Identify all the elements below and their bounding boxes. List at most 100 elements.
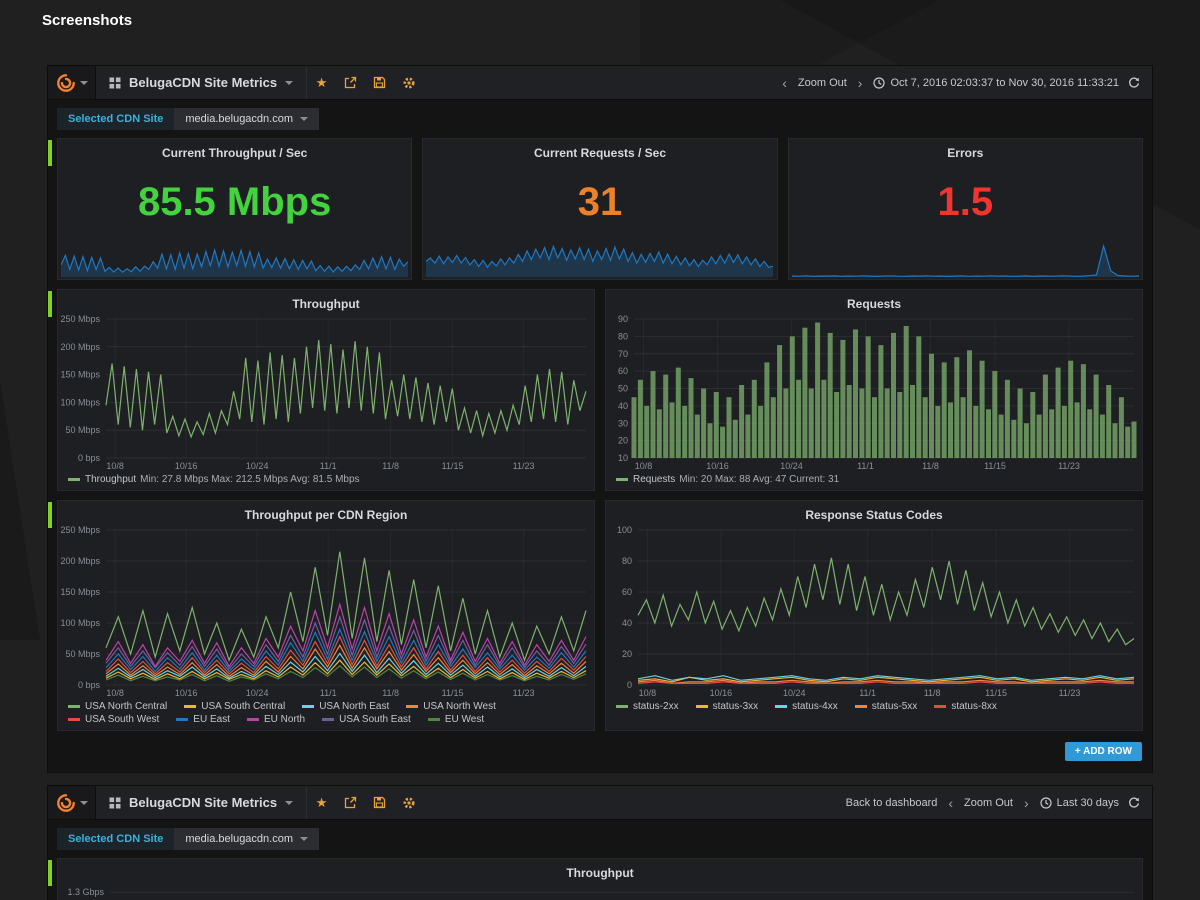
refresh-button[interactable] <box>1128 797 1140 809</box>
legend-series-name: Throughput <box>85 474 136 485</box>
legend-item[interactable]: EU East <box>176 714 234 725</box>
dashboard-rows: Current Throughput / Sec 85.5 Mbps Curre… <box>48 134 1152 772</box>
chevron-left-button[interactable]: ‹ <box>780 76 789 90</box>
row-collapse-handle[interactable] <box>48 502 52 528</box>
legend-item[interactable]: EU North <box>247 714 309 725</box>
add-row-button[interactable]: + ADD ROW <box>1065 742 1142 761</box>
svg-text:150 Mbps: 150 Mbps <box>60 587 100 597</box>
legend-color-swatch <box>322 718 334 721</box>
chevron-left-button[interactable]: ‹ <box>946 796 955 810</box>
dashboard-picker[interactable]: BelugaCDN Site Metrics <box>96 66 307 99</box>
legend-item[interactable]: status-8xx <box>934 701 1001 712</box>
navbar-time-controls: Back to dashboard ‹ Zoom Out › Last 30 d… <box>846 786 1152 819</box>
dashboard-navbar: BelugaCDN Site Metrics ★ <box>48 786 1152 820</box>
legend-color-swatch <box>406 705 418 708</box>
legend-item[interactable]: EU West <box>428 714 488 725</box>
legend-item[interactable]: status-4xx <box>775 701 842 712</box>
back-to-dashboard-link[interactable]: Back to dashboard <box>846 797 938 809</box>
star-button[interactable]: ★ <box>307 66 336 99</box>
share-button[interactable] <box>336 66 365 99</box>
legend-item[interactable]: USA North Central <box>68 701 171 712</box>
dashboard-grid-icon <box>109 77 121 89</box>
row-collapse-handle[interactable] <box>48 140 52 166</box>
svg-text:20: 20 <box>622 649 632 659</box>
panel-title[interactable]: Throughput <box>58 290 594 311</box>
chevron-down-icon <box>285 801 293 805</box>
refresh-button[interactable] <box>1128 77 1140 89</box>
panel-title[interactable]: Requests <box>606 290 1142 311</box>
svg-text:50 Mbps: 50 Mbps <box>65 425 100 435</box>
template-variable-select[interactable]: media.belugacdn.com <box>174 828 319 850</box>
grafana-menu-button[interactable] <box>48 66 96 99</box>
save-button[interactable] <box>365 786 394 819</box>
legend-item[interactable]: USA South Central <box>184 701 289 712</box>
region-chart[interactable]: 0 bps50 Mbps100 Mbps150 Mbps200 Mbps250 … <box>58 524 594 700</box>
legend-item[interactable]: USA South West <box>68 714 163 725</box>
grafana-menu-button[interactable] <box>48 786 96 819</box>
time-range-picker[interactable]: Last 30 days <box>1040 797 1119 809</box>
row-graphs-2: Throughput per CDN Region 0 bps50 Mbps10… <box>57 500 1143 731</box>
svg-text:11/1: 11/1 <box>320 688 337 698</box>
dashboard-1: BelugaCDN Site Metrics ★ <box>48 66 1152 772</box>
panel-current-throughput: Current Throughput / Sec 85.5 Mbps <box>57 138 412 280</box>
svg-text:11/15: 11/15 <box>985 688 1007 698</box>
row-collapse-handle[interactable] <box>48 291 52 317</box>
background-triangle <box>0 380 40 640</box>
star-button[interactable]: ★ <box>307 786 336 819</box>
zoom-out-button[interactable]: Zoom Out <box>798 77 847 89</box>
legend-item[interactable]: status-5xx <box>855 701 922 712</box>
throughput-chart[interactable]: 0 bps50 Mbps100 Mbps150 Mbps200 Mbps250 … <box>58 313 594 473</box>
legend-color-swatch <box>302 705 314 708</box>
row-graphs-1: Throughput 0 bps50 Mbps100 Mbps150 Mbps2… <box>57 289 1143 491</box>
panel-title[interactable]: Throughput <box>58 859 1142 880</box>
legend-item[interactable]: status-2xx <box>616 701 683 712</box>
svg-text:60: 60 <box>618 366 628 376</box>
legend-item[interactable]: USA North East <box>302 701 393 712</box>
chevron-right-button[interactable]: › <box>1022 796 1031 810</box>
template-variable-value: media.belugacdn.com <box>185 833 293 845</box>
svg-text:0: 0 <box>627 680 632 690</box>
legend-series-name: EU North <box>264 714 305 725</box>
panel-title[interactable]: Errors <box>789 139 1142 160</box>
legend-series-name: USA South Central <box>201 701 285 712</box>
time-range-picker[interactable]: Oct 7, 2016 02:03:37 to Nov 30, 2016 11:… <box>873 77 1119 89</box>
status-chart[interactable]: 02040608010010/810/1610/2411/111/811/151… <box>606 524 1142 700</box>
panel-title[interactable]: Throughput per CDN Region <box>58 501 594 522</box>
svg-text:20: 20 <box>618 436 628 446</box>
dashboard-2: BelugaCDN Site Metrics ★ <box>48 786 1152 900</box>
throughput-chart[interactable]: 1.3 Gbps <box>58 882 1142 900</box>
panel-title[interactable]: Response Status Codes <box>606 501 1142 522</box>
save-icon <box>373 796 386 809</box>
svg-text:11/1: 11/1 <box>859 688 876 698</box>
dashboard-navbar: BelugaCDN Site Metrics ★ <box>48 66 1152 100</box>
row-collapse-handle[interactable] <box>48 860 52 886</box>
legend-item[interactable]: ThroughputMin: 27.8 Mbps Max: 212.5 Mbps… <box>68 474 360 485</box>
share-button[interactable] <box>336 786 365 819</box>
panel-title[interactable]: Current Throughput / Sec <box>58 139 411 160</box>
legend-item[interactable]: status-3xx <box>696 701 763 712</box>
errors-sparkline <box>792 243 1139 277</box>
svg-text:0 bps: 0 bps <box>78 453 101 463</box>
settings-button[interactable] <box>394 66 423 99</box>
save-button[interactable] <box>365 66 394 99</box>
template-variable-select[interactable]: media.belugacdn.com <box>174 108 319 130</box>
chevron-right-button[interactable]: › <box>856 76 865 90</box>
zoom-out-button[interactable]: Zoom Out <box>964 797 1013 809</box>
grafana-logo-icon <box>56 793 76 813</box>
legend-item[interactable]: USA North West <box>406 701 500 712</box>
svg-text:11/8: 11/8 <box>382 688 399 698</box>
star-icon: ★ <box>316 76 328 89</box>
svg-text:0 bps: 0 bps <box>78 680 101 690</box>
svg-text:100 Mbps: 100 Mbps <box>60 397 100 407</box>
legend-item[interactable]: RequestsMin: 20 Max: 88 Avg: 47 Current:… <box>616 474 839 485</box>
dashboard-picker[interactable]: BelugaCDN Site Metrics <box>96 786 307 819</box>
legend-item[interactable]: USA South East <box>322 714 415 725</box>
svg-text:11/15: 11/15 <box>442 688 464 698</box>
requests-chart[interactable]: 10203040506070809010/810/1610/2411/111/8… <box>606 313 1142 473</box>
panel-title[interactable]: Current Requests / Sec <box>423 139 776 160</box>
svg-text:11/1: 11/1 <box>857 461 874 471</box>
svg-text:10/8: 10/8 <box>635 461 653 471</box>
settings-button[interactable] <box>394 786 423 819</box>
stat-value: 1.5 <box>789 180 1142 225</box>
legend-series-name: USA North West <box>423 701 496 712</box>
